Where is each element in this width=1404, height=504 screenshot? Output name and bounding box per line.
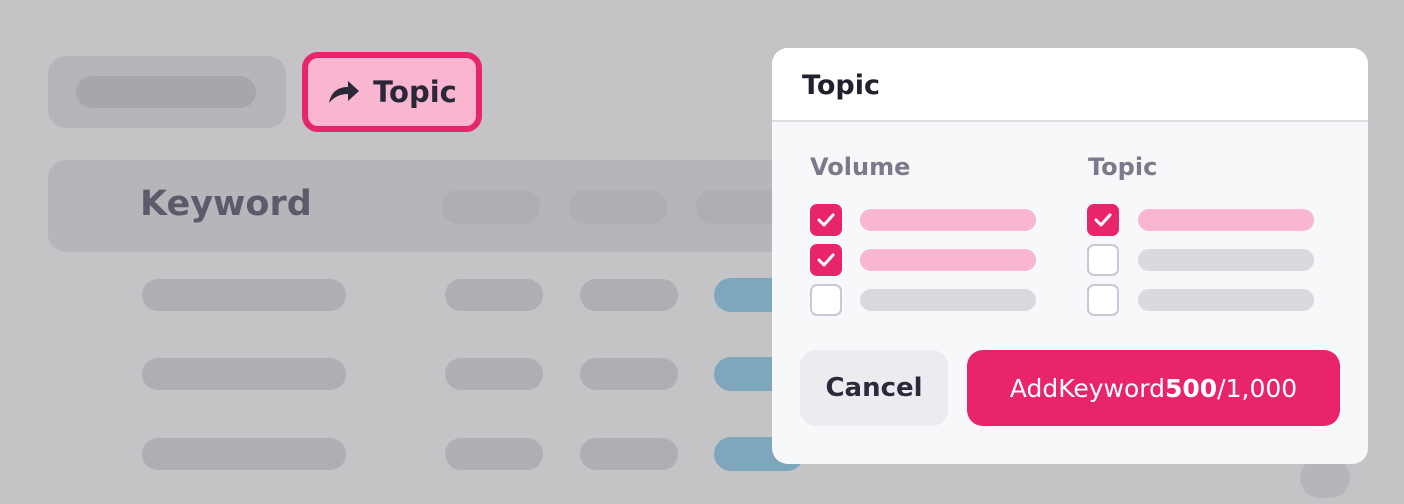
add-keywords-button[interactable]: Add Keyword 500 / 1,000 [967,350,1340,426]
topic-option-1-checkbox[interactable] [1087,204,1119,236]
volume-option-2-checkbox[interactable] [810,244,842,276]
check-icon [817,253,835,267]
search-field-placeholder [48,56,286,128]
table-row-placeholder [142,438,346,470]
count-separator: / [1217,373,1226,403]
table-row-placeholder [445,279,543,311]
topic-button-label: Topic [373,75,457,109]
topic-button[interactable]: Topic [302,52,482,132]
add-label: Add [1009,373,1059,403]
share-arrow-icon [329,81,360,103]
table-row-placeholder [142,358,346,390]
placeholder-bar [76,76,256,108]
table-row-placeholder [580,279,678,311]
table-row-placeholder [445,438,543,470]
selected-count: 500 [1164,373,1218,403]
topic-option-3-checkbox[interactable] [1087,284,1119,316]
topic-option-2-checkbox[interactable] [1087,244,1119,276]
table-row-placeholder [142,279,346,311]
modal-title: Topic [802,70,880,101]
add-noun: Keyword [1058,373,1165,403]
table-row-placeholder [580,358,678,390]
keyword-column-header: Keyword [140,184,312,224]
column-header-placeholder [442,190,540,224]
volume-option-3-label [860,289,1036,311]
column-header-placeholder [569,190,667,224]
modal-header: Topic [772,48,1368,122]
topic-option-2-label [1138,249,1314,271]
table-row-placeholder [580,438,678,470]
volume-option-2-label [860,249,1036,271]
volume-option-3-checkbox[interactable] [810,284,842,316]
topic-modal: Topic Volume Topic Cancel Add Keyword 50… [772,48,1368,464]
check-icon [817,213,835,227]
volume-column-heading: Volume [810,153,911,181]
topic-option-1-label [1138,209,1314,231]
keyword-limit: 1,000 [1225,373,1298,403]
topic-column-heading: Topic [1088,153,1158,181]
check-icon [1094,213,1112,227]
cancel-button[interactable]: Cancel [800,350,948,426]
table-row-placeholder [445,358,543,390]
volume-option-1-checkbox[interactable] [810,204,842,236]
volume-option-1-label [860,209,1036,231]
topic-option-3-label [1138,289,1314,311]
row-action-placeholder [1300,458,1350,498]
